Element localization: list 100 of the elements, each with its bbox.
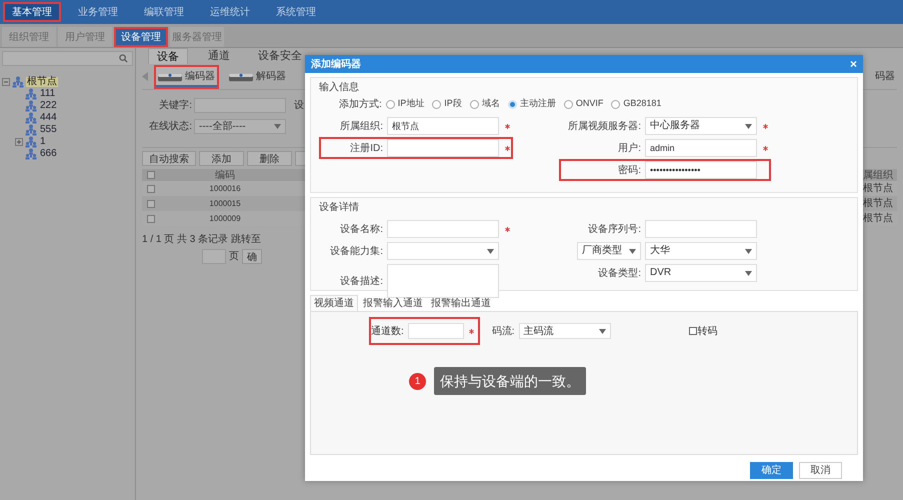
group-icon (12, 76, 24, 88)
group-icon (25, 124, 37, 136)
pager-unit: 页 (229, 250, 239, 264)
device-type-tab[interactable]: 编码器 (154, 64, 219, 88)
table-cell-text: 根节点 (863, 196, 894, 211)
tab[interactable]: 通道 (200, 48, 238, 64)
tree-item[interactable]: 444 (39, 112, 58, 122)
filter-label: 在线状态: (148, 120, 192, 134)
group-icon (25, 88, 37, 100)
section-legend: 设备详情 (319, 200, 849, 215)
checkbox[interactable] (147, 171, 155, 179)
select-field[interactable]: 中心服务器 (645, 117, 757, 135)
field-label: 所属组织: (339, 120, 383, 134)
filter-label: 设 (294, 99, 304, 113)
textarea-field[interactable] (387, 264, 499, 298)
toolbar-button[interactable]: 自动搜索 (142, 151, 196, 166)
nav-tab[interactable]: 基本管理 (3, 2, 61, 22)
checkbox[interactable] (688, 327, 697, 335)
tree-item[interactable]: 222 (39, 100, 58, 110)
field-label: 用户: (617, 142, 641, 156)
table-cell-text: 根节点 (863, 182, 894, 196)
radio-empty[interactable] (386, 100, 395, 108)
radio-empty[interactable] (611, 100, 620, 108)
tree-item[interactable]: 1 (39, 136, 47, 146)
column-header: 属组织 (863, 168, 894, 182)
caret-icon (629, 248, 636, 254)
table-cell-text: 根节点 (863, 212, 894, 226)
table-cell-text: 1000015 (208, 198, 242, 210)
page-input[interactable] (202, 249, 226, 264)
close-button[interactable]: × (850, 58, 857, 70)
field-label: 设备名称: (339, 222, 383, 236)
toolbar-button[interactable]: 添加 (199, 151, 244, 166)
tree-item[interactable]: 666 (39, 148, 58, 158)
step-badge: 1 (409, 372, 426, 390)
radio-selected[interactable] (508, 100, 517, 108)
radio-option[interactable]: IP段 (432, 97, 462, 111)
tab[interactable]: 设备 (148, 48, 188, 64)
checkbox-option[interactable]: 转码 (688, 324, 718, 338)
nav-tab[interactable]: 运维统计 (201, 2, 259, 22)
tree-item[interactable]: 根节点 (26, 76, 58, 86)
device-icon (229, 70, 253, 82)
section-legend: 输入信息 (319, 80, 849, 95)
pager-info: 1 / 1 页 共 3 条记录 跳转至 (142, 232, 261, 247)
caret-icon (487, 248, 494, 254)
radio-option[interactable]: 主动注册 (508, 97, 556, 111)
caret-icon (745, 270, 752, 276)
sub-tab[interactable]: 设备管理 (114, 27, 168, 47)
dialog-title: 添加编码器 (311, 58, 361, 72)
search-field[interactable] (2, 51, 133, 66)
confirm-button[interactable]: 确定 (750, 462, 793, 478)
filter-label: 关键字: (158, 98, 192, 113)
tooltip: 保持与设备端的一致。 (434, 367, 586, 395)
field-label: 通道数: (371, 324, 404, 338)
cancel-button[interactable]: 取消 (799, 462, 842, 478)
collapse-icon[interactable] (2, 78, 10, 86)
device-type-tab[interactable]: 解码器 (225, 64, 290, 88)
input-field[interactable]: 根节点 (387, 117, 499, 135)
tree-item[interactable]: 555 (39, 124, 58, 134)
radio-empty[interactable] (432, 100, 442, 108)
field-label: 添加方式: (339, 98, 382, 112)
select-field[interactable] (387, 242, 499, 260)
select-field[interactable]: 厂商类型 (577, 242, 641, 260)
input-field[interactable]: •••••••••••••••• (645, 161, 757, 179)
field-label: 码流: (492, 324, 515, 338)
radio-option[interactable]: IP地址 (386, 97, 424, 111)
column-header: 编码 (214, 168, 236, 182)
toolbar-button[interactable]: 删除 (247, 151, 292, 166)
table-cell-text: 1000016 (208, 182, 242, 194)
tree-item[interactable]: 111 (39, 88, 56, 98)
device-icon (158, 70, 182, 82)
input-field[interactable]: admin (645, 139, 757, 157)
nav-tab[interactable]: 系统管理 (267, 2, 325, 22)
nav-tab[interactable]: 编联管理 (135, 2, 193, 22)
tab[interactable]: 报警输出通道 (428, 295, 494, 311)
checkbox[interactable] (147, 214, 155, 222)
radio-option[interactable]: 域名 (470, 97, 500, 111)
radio-empty[interactable] (470, 100, 479, 108)
tab[interactable]: 视频通道 (310, 295, 358, 311)
field-label: 注册ID: (349, 142, 383, 156)
field-label: 所属视频服务器: (567, 120, 641, 134)
input-field[interactable] (194, 98, 286, 113)
tab[interactable]: 报警输入通道 (360, 295, 426, 311)
tab-label[interactable]: 码器 (875, 69, 897, 84)
caret-icon (598, 328, 606, 334)
tab[interactable]: 设备安全 (250, 48, 310, 64)
caret-icon (745, 124, 752, 128)
select-field[interactable]: 主码流 (518, 323, 611, 339)
radio-empty[interactable] (564, 100, 573, 108)
expand-icon[interactable] (15, 138, 23, 146)
checkbox[interactable] (147, 200, 155, 208)
checkbox[interactable] (147, 184, 155, 192)
select-field[interactable]: 大华 (645, 242, 757, 260)
nav-tab[interactable]: 业务管理 (69, 2, 127, 22)
group-icon (25, 148, 37, 160)
radio-option[interactable]: GB28181 (611, 97, 662, 111)
radio-option[interactable]: ONVIF (564, 97, 604, 111)
go-button[interactable]: 确 (242, 249, 262, 264)
select-field[interactable]: ----全部---- (194, 119, 286, 134)
select-field[interactable]: DVR (645, 264, 757, 282)
left-arrow-icon[interactable] (142, 72, 148, 81)
